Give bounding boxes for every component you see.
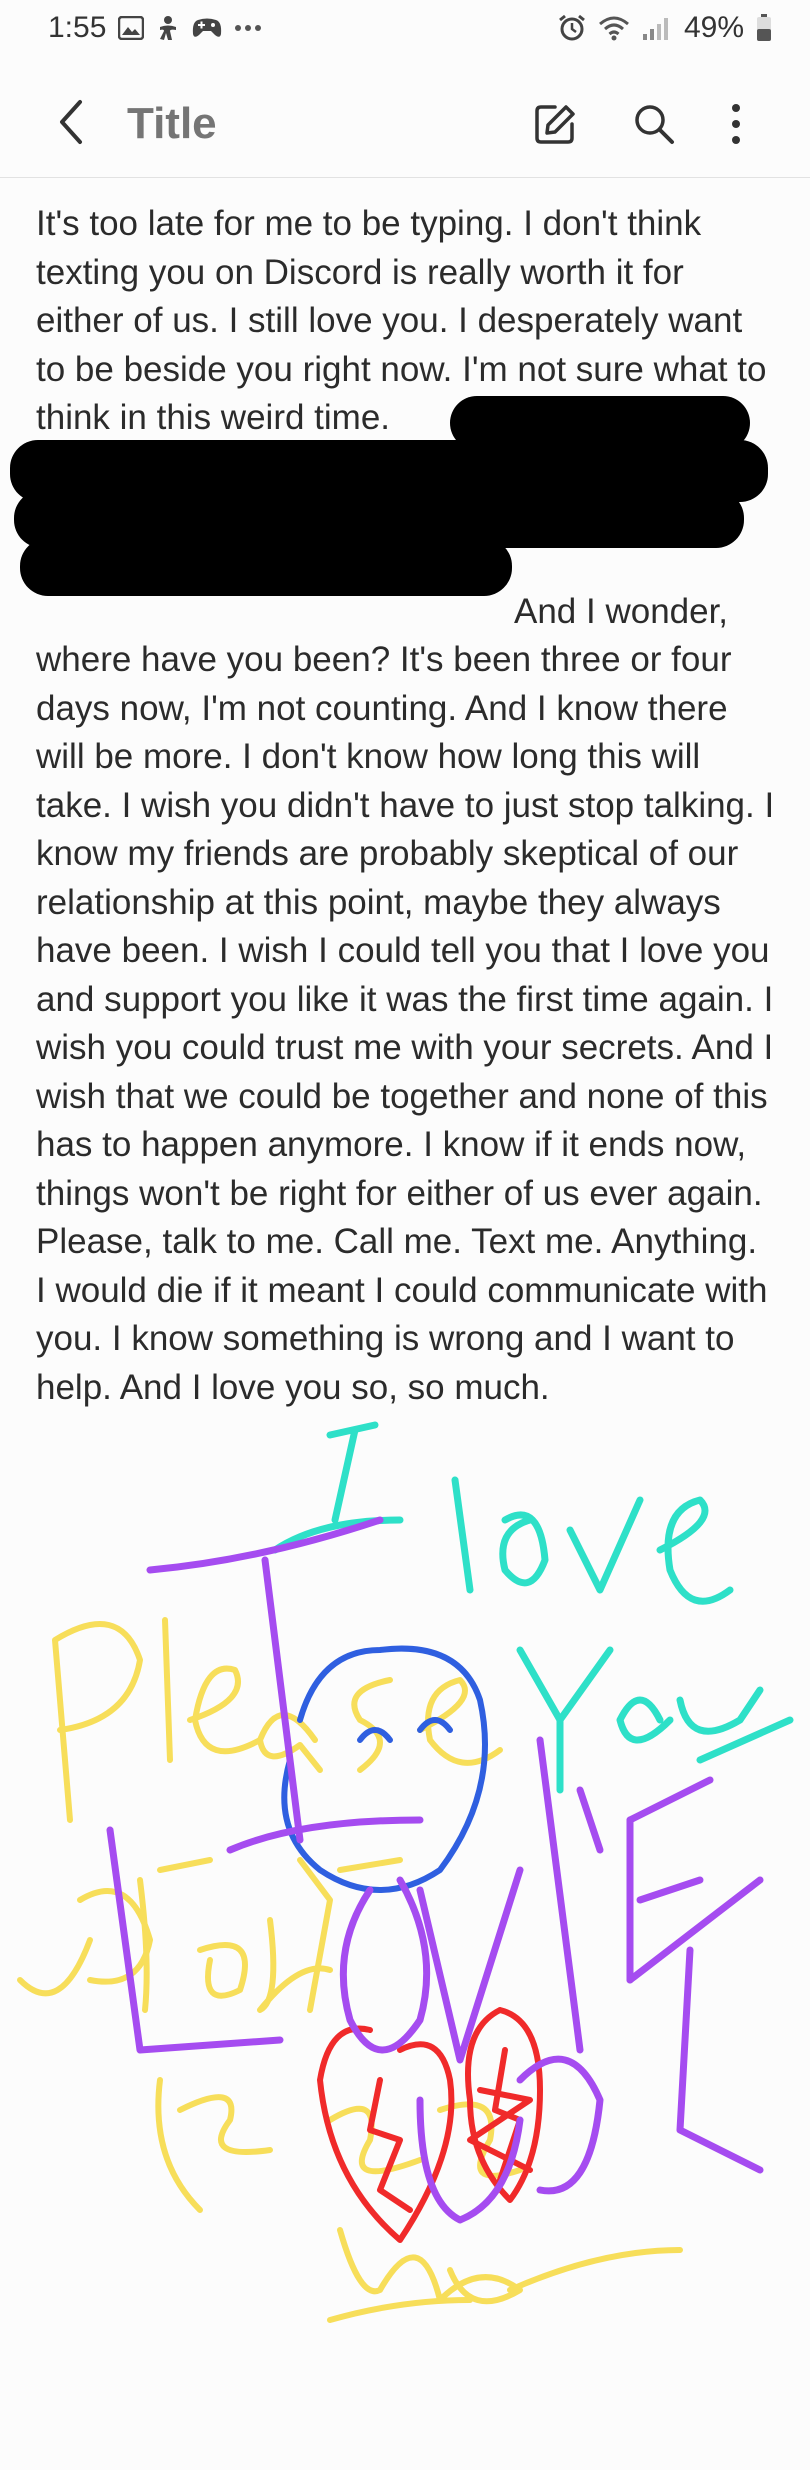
search-icon bbox=[635, 105, 674, 144]
wifi-icon bbox=[598, 15, 630, 41]
teal-scribble bbox=[271, 1421, 794, 1794]
red-scribble bbox=[317, 2007, 543, 2243]
edit-icon bbox=[535, 105, 575, 144]
edit-button[interactable] bbox=[527, 96, 583, 152]
redaction-block-4 bbox=[20, 538, 512, 596]
battery-icon bbox=[756, 14, 772, 42]
more-dots-icon bbox=[234, 24, 262, 32]
blue-scribble bbox=[281, 1645, 488, 1893]
search-button[interactable] bbox=[626, 96, 682, 152]
handwritten-drawing[interactable] bbox=[0, 1400, 810, 2360]
note-toolbar bbox=[0, 70, 810, 178]
title-input[interactable] bbox=[125, 90, 509, 158]
yellow-scribble bbox=[17, 1617, 683, 2323]
alarm-icon bbox=[558, 14, 586, 42]
note-text-part2: And I wonder, where have you been? It's … bbox=[36, 591, 775, 1407]
note-text[interactable]: It's too late for me to be typing. I don… bbox=[36, 200, 776, 1412]
status-bar: 1:55 49% bbox=[0, 0, 810, 56]
status-left: 1:55 bbox=[48, 11, 262, 45]
back-chevron-icon bbox=[60, 100, 82, 144]
status-time: 1:55 bbox=[48, 11, 107, 44]
game-controller-icon bbox=[192, 17, 222, 39]
back-button[interactable] bbox=[46, 92, 96, 152]
image-icon bbox=[118, 16, 145, 40]
more-options-button[interactable] bbox=[708, 96, 764, 152]
accessibility-icon bbox=[156, 15, 180, 41]
battery-percent: 49% bbox=[683, 11, 744, 44]
signal-icon bbox=[642, 15, 672, 41]
status-right: 49% bbox=[558, 11, 772, 45]
more-vert-icon bbox=[732, 104, 740, 144]
